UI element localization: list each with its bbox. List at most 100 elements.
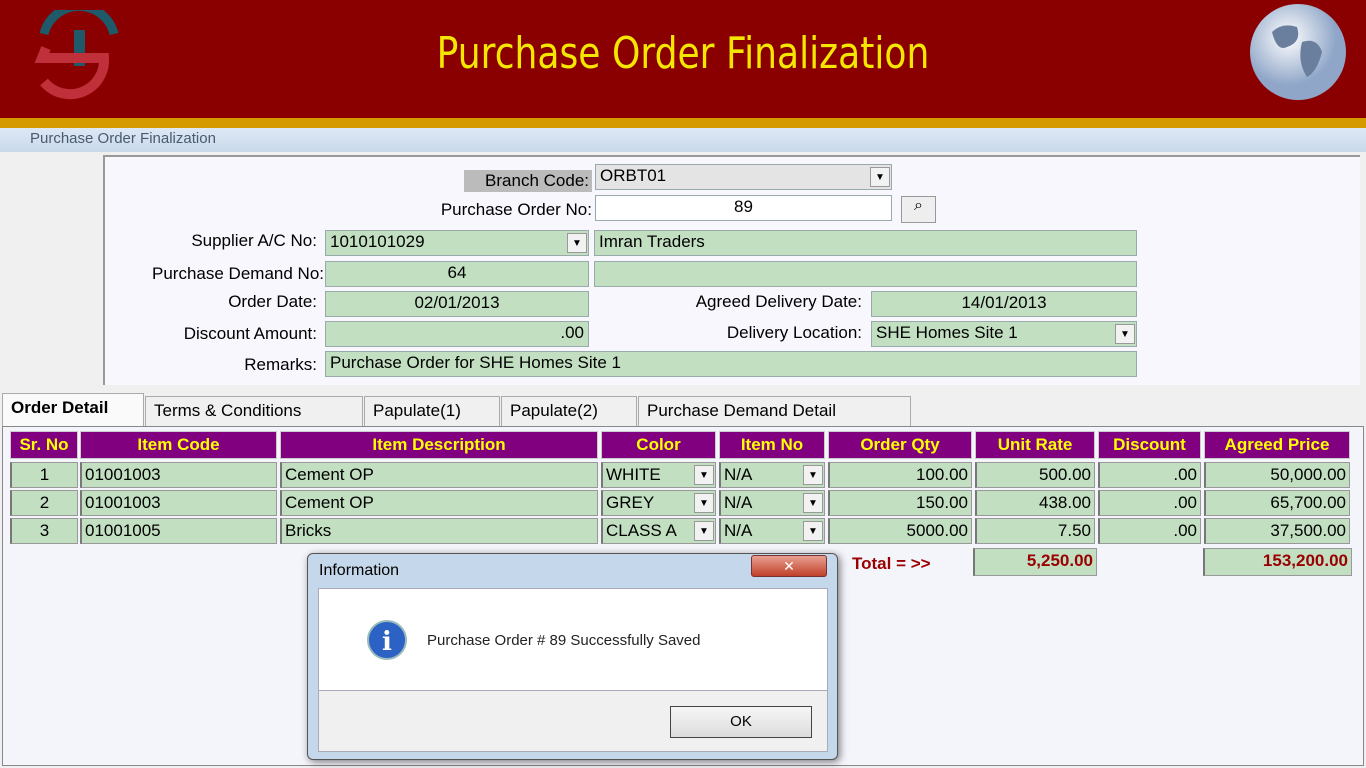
agreed-date-label: Agreed Delivery Date: <box>695 292 862 311</box>
cell-agreed-price[interactable]: 50,000.00 <box>1204 462 1350 488</box>
tab-papulate-1[interactable]: Papulate(1) <box>364 396 500 426</box>
cell-value: 50,000.00 <box>1270 465 1346 484</box>
cell-value: Cement OP <box>285 465 374 484</box>
chevron-down-icon[interactable]: ▼ <box>694 521 714 541</box>
branch-code-value: ORBT01 <box>600 166 667 185</box>
column-header-sr-no: Sr. No <box>10 431 78 459</box>
supplier-select[interactable]: 1010101029 ▼ <box>325 230 589 256</box>
chevron-down-icon[interactable]: ▼ <box>567 233 587 253</box>
cell-item-no[interactable]: N/A ▼ <box>719 518 825 544</box>
cell-item-code[interactable]: 01001003 <box>80 490 277 516</box>
info-icon: i <box>361 620 413 660</box>
tab-papulate-2[interactable]: Papulate(2) <box>501 396 637 426</box>
cell-value: 500.00 <box>1039 465 1091 484</box>
ok-button[interactable]: OK <box>670 706 812 738</box>
po-no-input[interactable]: 89 <box>595 195 892 221</box>
discount-label: Discount Amount: <box>183 324 317 343</box>
dialog-close-button[interactable]: ✕ <box>751 555 827 577</box>
demand-extra-field[interactable] <box>594 261 1137 287</box>
cell-item-description[interactable]: Bricks <box>280 518 598 544</box>
demand-no-field[interactable]: 64 <box>325 261 589 287</box>
cell-order-qty[interactable]: 150.00 <box>828 490 972 516</box>
cell-color[interactable]: WHITE ▼ <box>601 462 716 488</box>
cell-value: GREY <box>606 493 655 512</box>
cell-agreed-price[interactable]: 65,700.00 <box>1204 490 1350 516</box>
total-qty: 5,250.00 <box>973 548 1097 576</box>
cell-value: 01001003 <box>85 465 161 484</box>
cell-value: Bricks <box>285 521 332 540</box>
column-header-unit-rate: Unit Rate <box>975 431 1095 459</box>
cell-item-code[interactable]: 01001005 <box>80 518 277 544</box>
company-logo <box>34 10 119 100</box>
location-select[interactable]: SHE Homes Site 1 ▼ <box>871 321 1137 347</box>
supplier-name-field[interactable]: Imran Traders <box>594 230 1137 256</box>
cell-discount[interactable]: .00 <box>1098 462 1201 488</box>
discount-field[interactable]: .00 <box>325 321 589 347</box>
cell-color[interactable]: GREY ▼ <box>601 490 716 516</box>
page-title: Purchase Order Finalization <box>436 28 930 79</box>
chevron-down-icon[interactable]: ▼ <box>870 167 890 187</box>
demand-label: Purchase Demand No: <box>152 264 324 283</box>
location-label: Delivery Location: <box>726 323 862 342</box>
chevron-down-icon[interactable]: ▼ <box>694 465 714 485</box>
cell-discount[interactable]: .00 <box>1098 490 1201 516</box>
cell-unit-rate[interactable]: 7.50 <box>975 518 1095 544</box>
information-dialog: Information ✕ i Purchase Order # 89 Succ… <box>307 553 838 760</box>
tab-demand-detail[interactable]: Purchase Demand Detail <box>638 396 911 426</box>
cell-discount[interactable]: .00 <box>1098 518 1201 544</box>
order-date-label: Order Date: <box>228 292 317 311</box>
cell-agreed-price[interactable]: 37,500.00 <box>1204 518 1350 544</box>
chevron-down-icon[interactable]: ▼ <box>803 493 823 513</box>
cell-item-no[interactable]: N/A ▼ <box>719 490 825 516</box>
chevron-down-icon[interactable]: ▼ <box>694 493 714 513</box>
cell-value: 2 <box>39 493 50 512</box>
chevron-down-icon[interactable]: ▼ <box>1115 324 1135 344</box>
cell-value: .00 <box>1173 493 1197 512</box>
cell-item-description[interactable]: Cement OP <box>280 462 598 488</box>
cell-value: .00 <box>1173 465 1197 484</box>
tab-terms[interactable]: Terms & Conditions <box>145 396 363 426</box>
location-value: SHE Homes Site 1 <box>876 323 1018 342</box>
supplier-label: Supplier A/C No: <box>191 231 317 250</box>
cell-value: 37,500.00 <box>1270 521 1346 540</box>
search-button[interactable]: ⌕ <box>901 196 936 223</box>
cell-value: N/A <box>724 493 753 512</box>
chevron-down-icon[interactable]: ▼ <box>803 521 823 541</box>
window-titlebar: Purchase Order Finalization <box>0 128 1366 152</box>
remarks-field[interactable]: Purchase Order for SHE Homes Site 1 <box>325 351 1137 377</box>
cell-item-description[interactable]: Cement OP <box>280 490 598 516</box>
cell-value: 5000.00 <box>906 521 968 540</box>
dialog-title: Information <box>319 562 400 579</box>
cell-sr-no[interactable]: 1 <box>10 462 78 488</box>
column-header-discount: Discount <box>1098 431 1201 459</box>
column-header-item-description: Item Description <box>280 431 598 459</box>
cell-item-code[interactable]: 01001003 <box>80 462 277 488</box>
cell-sr-no[interactable]: 3 <box>10 518 78 544</box>
globe-icon <box>1250 4 1346 100</box>
cell-unit-rate[interactable]: 438.00 <box>975 490 1095 516</box>
cell-value: 7.50 <box>1057 521 1091 540</box>
agreed-date-field[interactable]: 14/01/2013 <box>871 291 1137 317</box>
supplier-no-value: 1010101029 <box>330 232 425 251</box>
cell-value: 100.00 <box>916 465 968 484</box>
chevron-down-icon[interactable]: ▼ <box>803 465 823 485</box>
cell-unit-rate[interactable]: 500.00 <box>975 462 1095 488</box>
column-header-agreed-price: Agreed Price <box>1204 431 1350 459</box>
cell-value: 1 <box>39 465 50 484</box>
column-header-order-qty: Order Qty <box>828 431 972 459</box>
total-price: 153,200.00 <box>1203 548 1352 576</box>
cell-sr-no[interactable]: 2 <box>10 490 78 516</box>
order-date-field[interactable]: 02/01/2013 <box>325 291 589 317</box>
cell-order-qty[interactable]: 5000.00 <box>828 518 972 544</box>
column-header-color: Color <box>601 431 716 459</box>
branch-code-select[interactable]: ORBT01 ▼ <box>595 164 892 190</box>
remarks-label: Remarks: <box>244 355 317 374</box>
search-icon: ⌕ <box>914 197 923 214</box>
cell-item-no[interactable]: N/A ▼ <box>719 462 825 488</box>
cell-value: 01001005 <box>85 521 161 540</box>
cell-value: 3 <box>39 521 50 540</box>
tab-order-detail[interactable]: Order Detail <box>2 393 144 427</box>
cell-color[interactable]: CLASS A ▼ <box>601 518 716 544</box>
cell-order-qty[interactable]: 100.00 <box>828 462 972 488</box>
cell-value: 01001003 <box>85 493 161 512</box>
